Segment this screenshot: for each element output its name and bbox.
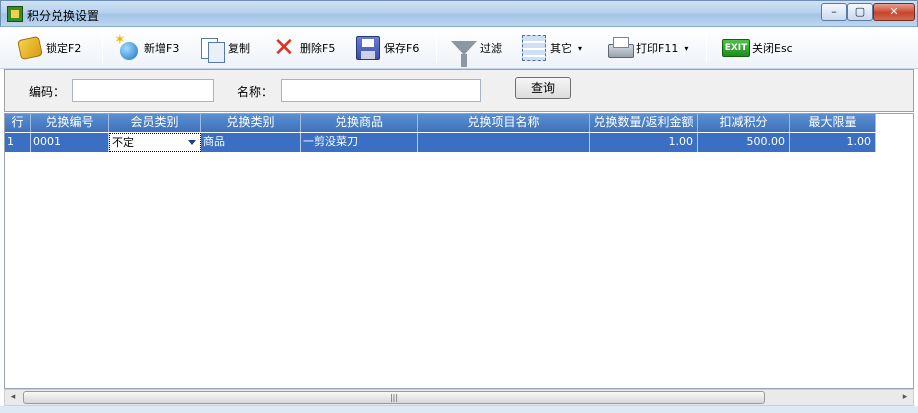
column-header[interactable]: 兑换数量/返利金额 [590,114,698,132]
member-type-combo[interactable]: 不定 [109,133,201,152]
other-dropdown-button[interactable]: 其它 ▾ [520,31,582,65]
cell-item-name[interactable] [418,133,590,152]
table-row[interactable]: 1 0001 不定 商品 一剪没菜刀 1.00 500.00 1.00 [5,133,876,152]
scroll-left-icon[interactable]: ◂ [5,390,21,405]
data-grid: 行 兑换编号 会员类别 兑换类别 兑换商品 兑换项目名称 兑换数量/返利金额 扣… [4,113,914,389]
add-label: 新增F3 [144,42,180,55]
filter-button[interactable]: 过滤 [450,31,502,67]
scroll-thumb[interactable]: ||| [23,391,765,404]
app-icon [7,6,23,22]
scroll-right-icon[interactable]: ▸ [897,390,913,405]
delete-label: 删除F5 [300,42,336,55]
maximize-button[interactable]: ▢ [847,3,873,21]
column-header[interactable]: 扣减积分 [698,114,790,132]
cell-points[interactable]: 500.00 [698,133,790,152]
floppy-disk-icon [356,36,380,60]
toolbar-separator [436,33,437,63]
list-icon [522,35,546,61]
column-header[interactable]: 兑换类别 [201,114,301,132]
name-input[interactable] [281,79,481,102]
add-button[interactable]: 新增F3 [114,31,179,65]
toolbar-separator [102,33,103,63]
new-globe-icon [114,32,142,62]
other-label: 其它 [550,42,572,55]
delete-button[interactable]: ✕ 删除F5 [270,31,335,65]
cell-code[interactable]: 0001 [31,133,109,152]
chevron-down-icon[interactable] [188,140,196,145]
close-label: 关闭Esc [752,42,793,55]
filter-funnel-icon [451,41,477,67]
copy-label: 复制 [228,42,250,55]
title-bar: 积分兑换设置 – ▢ ✕ [0,0,918,27]
delete-x-icon: ✕ [273,33,295,63]
minimize-button[interactable]: – [821,3,847,21]
save-label: 保存F6 [384,42,420,55]
column-header[interactable]: 兑换项目名称 [418,114,590,132]
horizontal-scrollbar[interactable]: ◂ ||| ▸ [4,389,914,406]
lock-button[interactable]: 锁定F2 [16,31,81,65]
cell-goods[interactable]: 一剪没菜刀 [301,133,418,152]
name-label: 名称： [237,85,274,99]
exit-icon: EXIT [722,39,750,57]
copy-icon [198,34,226,63]
print-label: 打印F11 [636,42,679,55]
code-input[interactable] [72,79,214,102]
chevron-down-icon: ▾ [684,43,689,53]
column-header[interactable]: 会员类别 [109,114,201,132]
column-header[interactable]: 最大限量 [790,114,876,132]
query-button[interactable]: 查询 [515,77,571,99]
printer-icon [606,34,634,62]
cell-quantity[interactable]: 1.00 [590,133,698,152]
lock-label: 锁定F2 [46,42,82,55]
chevron-down-icon: ▾ [578,43,583,53]
close-button[interactable]: EXIT 关闭Esc [722,31,793,65]
window-bottom-border [0,406,918,413]
toolbar-separator [706,33,707,63]
code-label: 编码： [29,85,66,99]
column-header[interactable]: 兑换商品 [301,114,418,132]
cell-row-number[interactable]: 1 [5,133,31,152]
search-panel: 编码： 名称： 查询 [4,69,914,112]
lock-icon [17,35,43,61]
save-button[interactable]: 保存F6 [354,31,419,65]
toolbar: 锁定F2 新增F3 复制 ✕ 删除F5 保存F6 过滤 其它 ▾ 打印F11 ▾… [0,27,918,69]
copy-button[interactable]: 复制 [198,31,250,65]
cell-exchange-type[interactable]: 商品 [201,133,301,152]
close-window-button[interactable]: ✕ [873,3,915,21]
member-type-value: 不定 [112,136,134,149]
filter-label: 过滤 [480,42,502,55]
cell-max-limit[interactable]: 1.00 [790,133,876,152]
column-header[interactable]: 行 [5,114,31,132]
grid-header: 行 兑换编号 会员类别 兑换类别 兑换商品 兑换项目名称 兑换数量/返利金额 扣… [5,114,876,132]
column-header[interactable]: 兑换编号 [31,114,109,132]
print-dropdown-button[interactable]: 打印F11 ▾ [606,31,688,65]
window-title: 积分兑换设置 [27,9,100,23]
